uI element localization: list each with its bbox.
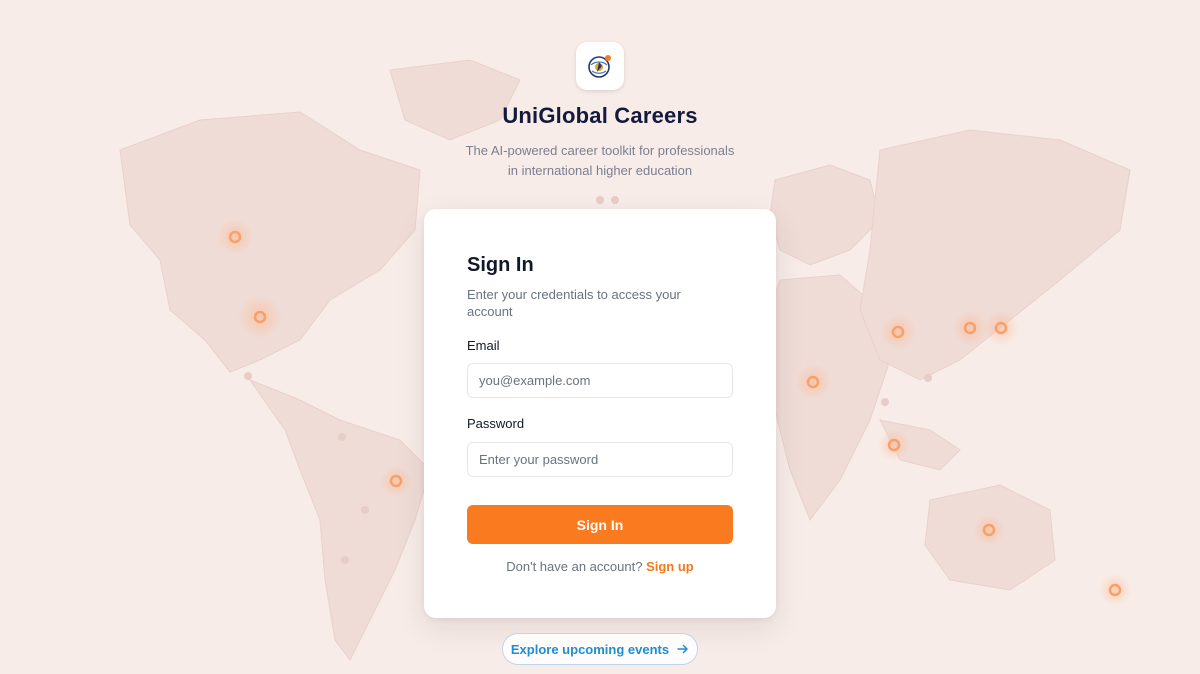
app-tagline: The AI-powered career toolkit for profes…	[430, 141, 770, 181]
map-marker-glow	[795, 364, 831, 400]
map-dot	[611, 196, 619, 204]
explore-events-label: Explore upcoming events	[510, 641, 670, 657]
signin-button[interactable]: Sign In	[467, 505, 733, 544]
continent-south-america	[248, 378, 431, 661]
signup-row: Don't have an account? Sign up	[424, 559, 776, 574]
tagline-line: The AI-powered career toolkit for profes…	[465, 143, 735, 158]
password-field[interactable]	[467, 442, 733, 477]
email-label: Email	[467, 338, 500, 353]
map-dot	[596, 196, 604, 204]
signin-title: Sign In	[467, 254, 534, 276]
map-marker-glow	[217, 219, 253, 255]
map-marker-glow	[983, 310, 1019, 346]
arrow-right-icon	[677, 643, 689, 655]
map-dot	[881, 398, 889, 406]
email-field[interactable]	[467, 363, 733, 398]
map-dot	[244, 372, 252, 380]
map-marker-glow	[1099, 574, 1131, 606]
map-dot	[341, 556, 349, 564]
app-title: UniGlobal Careers	[502, 103, 698, 128]
app-logo	[576, 42, 624, 90]
map-marker-glow	[380, 465, 412, 497]
signup-prompt: Don't have an account?	[506, 559, 643, 574]
map-dot	[361, 506, 369, 514]
map-marker-glow	[878, 429, 910, 461]
password-label: Password	[467, 416, 525, 431]
map-dot	[338, 433, 346, 441]
map-marker-glow	[973, 514, 1005, 546]
map-marker-glow	[952, 310, 988, 346]
signin-card: Sign In Enter your credentials to access…	[424, 209, 776, 618]
signin-subtitle: Enter your credentials to access your ac…	[467, 287, 681, 319]
globe-icon	[588, 55, 611, 78]
map-dot	[924, 374, 932, 382]
continent-europe	[769, 164, 881, 266]
map-marker-glow	[880, 314, 916, 350]
explore-events-button[interactable]: Explore upcoming events	[502, 633, 698, 665]
signup-link[interactable]: Sign up	[646, 559, 694, 574]
map-marker-glow	[238, 295, 282, 339]
tagline-line: in international higher education	[507, 163, 693, 178]
